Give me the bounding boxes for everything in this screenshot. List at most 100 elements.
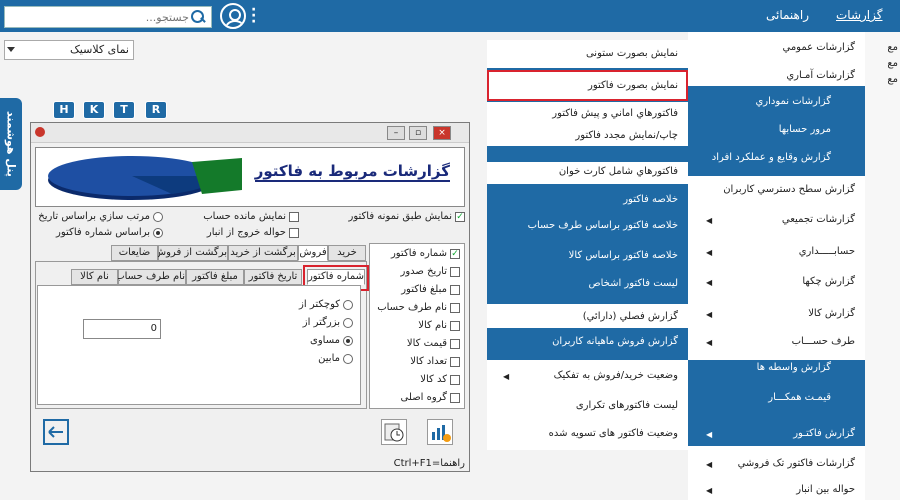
subtab-invoice-amount[interactable]: مبلغ فاکتور [186,269,244,285]
chevron-left-icon: ◀ [706,216,713,225]
search-icon[interactable] [189,8,207,26]
tab-sales-return[interactable]: برگشت از فروش [154,245,228,261]
tab-purchase-return[interactable]: برگشت از خرید [228,245,298,261]
menu-item[interactable]: گزارش چکها [802,276,855,287]
menu-item[interactable]: گزارشات عمومي [782,42,855,53]
menu-reports[interactable]: گزارشات [836,8,882,22]
maximize-icon[interactable]: ▫ [409,126,427,140]
subtab-item-name[interactable]: نام کالا [71,269,118,285]
menu-item[interactable]: لیست فاکتورهای تکراری [576,400,678,411]
close-icon[interactable]: × [433,126,451,140]
subtab-account-name[interactable]: نام طرف حساب [115,269,186,285]
checkbox[interactable] [450,302,460,313]
minimize-icon[interactable]: – [387,126,405,140]
field-item[interactable]: ✓ شماره فاکتور [391,248,460,259]
checkbox[interactable] [450,392,460,403]
option-print-by-sample[interactable]: ✓ نمایش طبق نمونه فاکتور [349,211,465,222]
search-box[interactable] [4,6,212,28]
field-item[interactable]: نام طرف حساب [377,302,460,313]
menu-item[interactable]: گزارش واسطه ها [757,362,831,373]
hk-button-h[interactable]: H [53,101,75,119]
menu-item[interactable]: ليست فاکتور اشخاص [588,278,678,289]
menu-item[interactable]: گزارشات نموداري [755,96,831,107]
radio[interactable] [153,227,163,238]
menu-item-selected[interactable]: گزارش فاکتـور [793,428,855,439]
menu-help[interactable]: راهنمائی [766,8,809,22]
field-item[interactable]: مبلغ فاکتور [401,284,460,295]
user-icon[interactable] [220,3,246,29]
menu-item[interactable]: طرف حســـاب [792,336,855,347]
menu-item[interactable]: گزارش وقايع و عملکرد افراد [712,152,831,163]
radio[interactable] [343,335,353,346]
hk-button-r[interactable]: R [145,101,167,119]
hk-button-t[interactable]: T [113,101,135,119]
menu-item[interactable]: حسابـــــداري [799,246,855,257]
compare-equal[interactable]: مساوی [310,335,353,346]
menu-item[interactable]: گزارش کالا [808,308,855,319]
tab-sales[interactable]: فروش [298,245,328,261]
radio[interactable] [153,211,163,222]
field-item[interactable]: کد کالا [420,374,460,385]
menu-item[interactable]: گزارش فصلي (دارائي) [487,304,688,328]
checkbox[interactable] [450,320,460,331]
compare-greater-than[interactable]: بزرگتر از [303,317,353,328]
field-item[interactable]: تاریخ صدور [401,266,460,277]
menu-item[interactable]: گزارشات فاکتور تک فروشي [738,458,855,469]
menu-item[interactable]: گزارشات تجميعي [782,214,855,225]
background-pane: مع مع مع [865,32,900,500]
compare-less-than[interactable]: کوچکتر از [299,299,353,310]
schedule-report-icon[interactable] [381,419,407,445]
field-label: تاریخ صدور [400,266,447,277]
option-label: مرتب سازي براساس تاريخ [38,211,150,222]
menu-item[interactable]: خلاصه فاکتور براساس کالا [569,250,678,261]
tab-waste[interactable]: ضایعات [111,245,158,261]
option-show-balance[interactable]: نمایش مانده حساب [203,211,299,222]
menu-item[interactable]: چاپ/نمایش مجدد فاکتور [487,124,688,146]
field-item[interactable]: تعداد کالا [410,356,460,367]
checkbox[interactable] [450,284,460,295]
menu-item[interactable]: مرور حسابها [779,124,831,135]
option-sort-by-date[interactable]: مرتب سازي براساس تاريخ [38,211,163,222]
back-arrow-icon[interactable] [43,419,69,445]
checkbox[interactable] [450,356,460,367]
tab-purchase[interactable]: خرید [328,245,366,261]
view-mode-select[interactable]: نمای کلاسیک [4,40,134,60]
chart-report-icon[interactable] [427,419,453,445]
checkbox[interactable]: ✓ [450,248,460,259]
menu-item[interactable]: گزارش فروش ماهيانه کاربران [552,336,678,347]
menu-item[interactable]: وضعیت فاکتور های تسویه شده [549,428,678,439]
compare-between[interactable]: مابین [318,353,353,364]
radio[interactable] [343,299,353,310]
menu-item[interactable]: خلاصه فاکتور براساس طرف حساب [528,220,678,231]
menu-item[interactable]: وضعیت خرید/فروش به تفکیک [554,370,678,381]
menu-item[interactable]: نمایش بصورت ستونی [487,40,688,68]
menu-item[interactable]: قیمـت همکـــار [768,392,831,403]
checkbox[interactable] [289,211,299,222]
subtab-invoice-date[interactable]: تاریخ فاکتور [244,269,302,285]
checkbox[interactable]: ✓ [455,211,465,222]
menu-item[interactable]: فاکتورهاي شامل کارت خوان [487,162,688,184]
field-item[interactable]: نام کالا [418,320,460,331]
value-input[interactable]: 0 [83,319,161,339]
field-item[interactable]: قیمت کالا [407,338,460,349]
checkbox[interactable] [450,266,460,277]
option-warehouse-exit[interactable]: حواله خروج از انبار [207,227,299,238]
menu-item[interactable]: حواله بين انبار [796,484,855,495]
radio[interactable] [343,317,353,328]
more-options-icon[interactable]: · · · [251,3,257,29]
hk-button-k[interactable]: K [83,101,105,119]
compare-label: کوچکتر از [299,299,340,310]
checkbox[interactable] [450,374,460,385]
menu-item[interactable]: خلاصه فاکتور [623,194,678,205]
checkbox[interactable] [289,227,299,238]
menu-item[interactable]: گزارشات آمـاري [786,70,855,81]
menu-item[interactable]: گزارش سطح دسترسي کاربران [723,184,855,195]
field-item[interactable]: گروه اصلی [401,392,460,403]
radio[interactable] [343,353,353,364]
menu-item[interactable]: فاکتورهاي اماني و پيش فاکتور [487,102,688,124]
chevron-down-icon[interactable] [7,47,15,52]
option-by-invoice-number[interactable]: براساس شماره فاکتور [56,227,163,238]
checkbox[interactable] [450,338,460,349]
search-input[interactable] [9,10,189,24]
smart-panel-tab[interactable]: پنل هوشمند [0,98,22,190]
